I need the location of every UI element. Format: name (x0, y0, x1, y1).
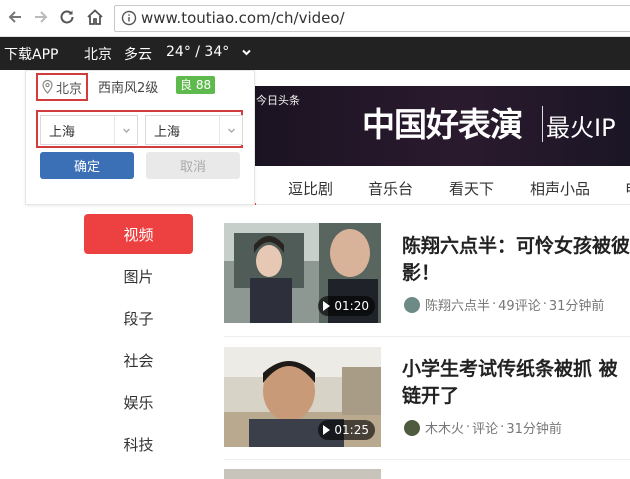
home-icon[interactable] (84, 6, 106, 28)
video-meta: 陈翔六点半 · 49评论 · 31分钟前 (404, 295, 604, 314)
publish-time: 31分钟前 (506, 422, 562, 437)
video-thumbnail[interactable]: 01:20 (224, 223, 381, 323)
weather-city-popup: 北京 西南风2级 良 88 上海 上海 确定 取消 (25, 70, 255, 205)
category-tech[interactable]: 科技 (84, 424, 193, 464)
aqi-badge: 良 88 (176, 76, 216, 94)
avatar[interactable] (404, 296, 420, 313)
address-bar[interactable]: www.toutiao.com/ch/video/ (114, 5, 630, 32)
publish-time: 31分钟前 (548, 299, 605, 314)
province-select-value: 上海 (49, 125, 76, 140)
download-app-link[interactable]: 下载APP (4, 44, 58, 64)
video-title-line[interactable]: 小学生考试传纸条被抓 被 (402, 355, 618, 384)
weather-temp: 24° / 34° (166, 44, 230, 60)
back-icon[interactable] (4, 6, 26, 28)
banner-subtitle: 最火IP (546, 114, 616, 142)
banner-separator (542, 106, 543, 142)
promo-banner[interactable]: 今日头条 中国好表演 最火IP (254, 86, 630, 166)
city-select[interactable]: 上海 (145, 115, 243, 145)
top-bar: 下载APP 北京 多云 24° / 34° (0, 37, 630, 70)
location-pin-icon (42, 80, 53, 94)
cancel-button[interactable]: 取消 (146, 152, 240, 179)
video-title-line[interactable]: 影！ (402, 259, 440, 288)
comment-count[interactable]: 评论 (472, 418, 498, 437)
browser-toolbar: www.toutiao.com/ch/video/ (0, 0, 630, 37)
play-icon (323, 301, 331, 311)
video-title-line[interactable]: 陈翔六点半：可怜女孩被彼 (402, 232, 630, 261)
feed-divider (224, 336, 630, 337)
forward-icon[interactable] (30, 6, 52, 28)
author-name[interactable]: 木木火 (425, 418, 464, 437)
duration-badge: 01:20 (318, 296, 375, 316)
category-video[interactable]: 视频 (84, 214, 193, 254)
feed-divider (224, 459, 630, 460)
category-society[interactable]: 社会 (84, 340, 193, 380)
weather-condition: 多云 (124, 47, 152, 63)
duration-badge: 01:25 (318, 420, 375, 440)
duration-text: 01:25 (334, 423, 369, 437)
comment-count[interactable]: 49评论 (498, 295, 541, 314)
info-icon[interactable] (121, 10, 137, 30)
chevron-down-icon (114, 116, 137, 144)
video-subchannel-tabs: 逗比剧 音乐台 看天下 相声小品 电 (224, 166, 630, 208)
duration-text: 01:20 (334, 299, 369, 313)
weather-city[interactable]: 北京 (84, 44, 112, 64)
avatar[interactable] (404, 419, 420, 436)
banner-title: 中国好表演 (362, 105, 523, 144)
video-meta: 木木火 · 评论 · 31分钟前 (404, 418, 562, 437)
author-name[interactable]: 陈翔六点半 (425, 295, 490, 314)
confirm-button[interactable]: 确定 (40, 152, 134, 179)
chevron-down-icon[interactable] (241, 46, 252, 62)
category-entertainment[interactable]: 娱乐 (84, 382, 193, 422)
wind-info: 西南风2级 (98, 81, 159, 96)
category-pictures[interactable]: 图片 (84, 256, 193, 296)
category-jokes[interactable]: 段子 (84, 298, 193, 338)
tab-xiangsheng[interactable]: 相声小品 (530, 178, 590, 199)
tabs-divider (224, 204, 630, 205)
video-thumbnail[interactable]: 01:25 (224, 347, 381, 447)
tab-kantianxia[interactable]: 看天下 (449, 178, 494, 199)
province-select[interactable]: 上海 (40, 115, 138, 145)
city-select-group: 上海 上海 (36, 110, 243, 148)
city-select-value: 上海 (154, 125, 181, 140)
chevron-down-icon (219, 116, 242, 144)
video-thumbnail[interactable] (224, 469, 381, 479)
tab-doubiju[interactable]: 逗比剧 (288, 178, 333, 199)
reload-icon[interactable] (56, 6, 78, 28)
tab-yinyuetai[interactable]: 音乐台 (368, 178, 413, 199)
video-title-line[interactable]: 链开了 (402, 382, 459, 411)
current-city[interactable]: 北京 (36, 73, 89, 101)
current-city-label: 北京 (56, 81, 83, 97)
tab-dian[interactable]: 电 (625, 178, 630, 199)
url-text: www.toutiao.com/ch/video/ (141, 9, 345, 27)
play-icon (323, 425, 331, 435)
banner-logo: 今日头条 (256, 94, 300, 107)
